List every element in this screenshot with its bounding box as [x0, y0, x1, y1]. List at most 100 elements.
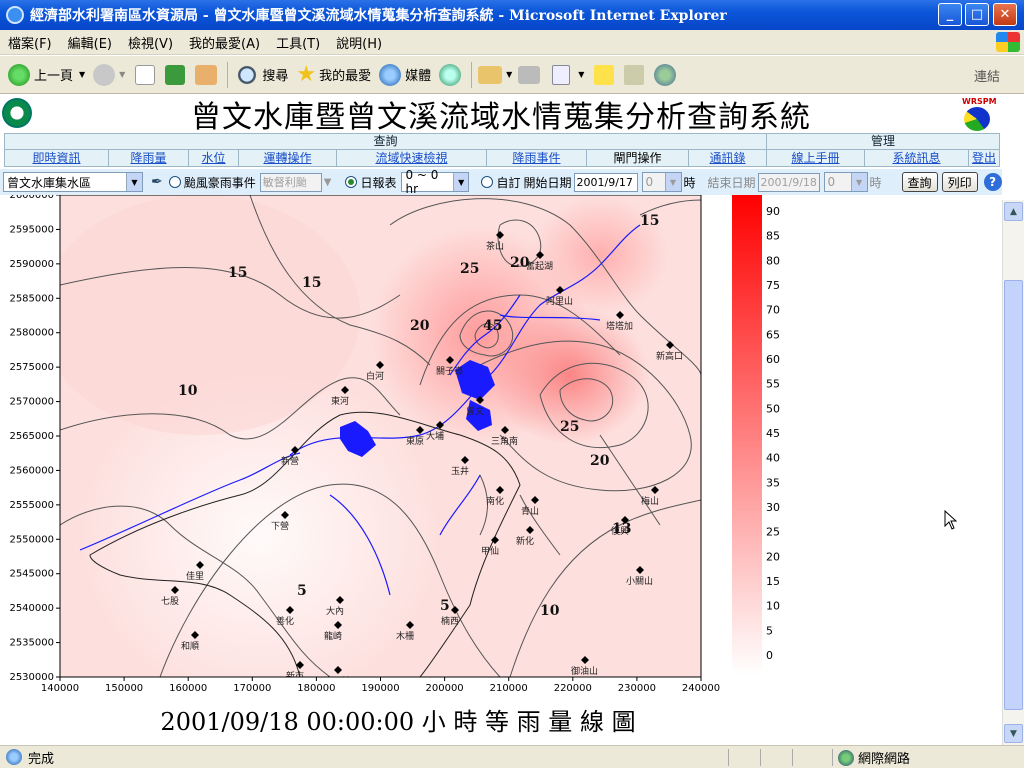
chevron-down-icon: ▼ — [126, 173, 142, 191]
discuss-icon[interactable] — [594, 64, 615, 85]
menu-favorites[interactable]: 我的最愛(A) — [181, 33, 268, 52]
station-label: 青山 — [521, 505, 539, 517]
end-date-input[interactable]: 2001/9/18 — [757, 172, 820, 192]
y-tick-label: 2565000 — [9, 431, 54, 442]
favorites-button[interactable]: ★ 我的最愛 — [296, 62, 371, 87]
nav-system-message[interactable]: 系統訊息 — [865, 150, 969, 167]
end-hour-select[interactable]: 0 ▼ — [823, 172, 868, 192]
colorbar-tick-label: 40 — [766, 452, 780, 465]
start-date-value: 2001/9/17 — [576, 175, 633, 189]
favorites-label: 我的最愛 — [319, 69, 372, 84]
y-tick-label: 2545000 — [9, 569, 54, 580]
media-button[interactable]: 媒體 — [379, 63, 432, 86]
nav-gate-operation[interactable]: 閘門操作 — [587, 150, 689, 167]
browser-toolbar: 上一頁 ▼ ▼ 搜尋 ★ 我的最愛 媒體 ▼ ▼ — [0, 56, 1024, 94]
typhoon-radio[interactable] — [168, 176, 181, 188]
research-icon[interactable] — [624, 64, 645, 85]
mail-dropdown-icon[interactable]: ▼ — [506, 70, 512, 79]
wrspm-logo: WRSPM — [962, 97, 997, 131]
page-content: 曾文水庫暨曾文溪流域水情蒐集分析查詢系統 WRSPM 查詢 管理 即時資訊 降雨… — [0, 95, 1002, 745]
status-divider — [760, 749, 761, 766]
station-label: 木柵 — [396, 630, 414, 642]
title-bar: 經濟部水利署南區水資源局 - 曾文水庫暨曾文溪流域水情蒐集分析查詢系統 - Mi… — [0, 0, 1024, 30]
edit-icon[interactable] — [552, 64, 571, 85]
typhoon-dropdown-icon[interactable]: ▼ — [324, 177, 332, 188]
history-icon[interactable] — [439, 63, 462, 86]
nav-manual[interactable]: 線上手冊 — [767, 150, 865, 167]
contour-label: 5 — [440, 598, 450, 614]
menu-help[interactable]: 說明(H) — [328, 33, 390, 52]
menu-tools[interactable]: 工具(T) — [268, 33, 328, 52]
back-button[interactable]: 上一頁 ▼ — [8, 63, 85, 86]
maximize-button[interactable]: □ — [965, 3, 989, 26]
nav-rainfall[interactable]: 降雨量 — [109, 150, 189, 167]
query-button[interactable]: 查詢 — [901, 172, 938, 192]
forward-dropdown-icon[interactable]: ▼ — [119, 70, 125, 79]
nav-waterlevel[interactable]: 水位 — [189, 150, 239, 167]
start-hour-select[interactable]: 0 ▼ — [641, 172, 682, 192]
scroll-thumb[interactable] — [1004, 280, 1023, 710]
vertical-scrollbar[interactable]: ▲ ▼ — [1002, 200, 1024, 745]
menu-view[interactable]: 檢視(V) — [120, 33, 181, 52]
refresh-icon[interactable] — [165, 64, 186, 85]
menu-edit[interactable]: 編輯(E) — [60, 33, 120, 52]
x-tick-label: 220000 — [554, 683, 592, 694]
scroll-down-icon[interactable]: ▼ — [1004, 724, 1023, 743]
x-tick-label: 170000 — [233, 683, 271, 694]
custom-radio[interactable] — [481, 176, 494, 188]
contour-label: 20 — [510, 255, 530, 271]
minimize-icon: _ — [946, 7, 954, 22]
colorbar-tick-label: 5 — [766, 624, 773, 637]
hours-select[interactable]: 0 ~ 0 hr ▼ — [401, 168, 470, 196]
x-tick-label: 180000 — [297, 683, 335, 694]
colorbar-tick-label: 45 — [766, 427, 780, 440]
nav-basin-view[interactable]: 流域快速檢視 — [337, 150, 487, 167]
nav-logout[interactable]: 登出 — [969, 150, 999, 167]
chevron-down-icon: ▼ — [453, 173, 469, 191]
station-label: 玉井 — [451, 465, 469, 477]
help-icon[interactable]: ? — [983, 173, 1002, 191]
x-tick-label: 240000 — [682, 683, 720, 694]
nav-contacts[interactable]: 通訊錄 — [689, 150, 767, 167]
colorbar-tick-label: 60 — [766, 353, 780, 366]
edit-dropdown-icon[interactable]: ▼ — [578, 70, 584, 79]
start-date-input[interactable]: 2001/9/17 — [573, 172, 638, 192]
station-label: 三角南 — [491, 435, 518, 447]
home-icon[interactable] — [195, 64, 218, 85]
search-button[interactable]: 搜尋 — [236, 63, 288, 86]
print-button[interactable]: 列印 — [941, 172, 978, 192]
contour-label: 25 — [560, 419, 579, 435]
media-label: 媒體 — [405, 69, 432, 84]
nav-operation[interactable]: 運轉操作 — [239, 150, 337, 167]
y-tick-label: 2600000 — [9, 195, 54, 201]
y-tick-label: 2575000 — [9, 362, 54, 373]
agency-logo-icon — [2, 98, 32, 128]
back-dropdown-icon[interactable]: ▼ — [79, 70, 85, 79]
colorbar-tick-label: 20 — [766, 550, 780, 563]
forward-button[interactable]: ▼ — [93, 63, 125, 86]
messenger-icon[interactable] — [654, 63, 677, 86]
nav-rain-event[interactable]: 降雨事件 — [487, 150, 587, 167]
close-button[interactable]: ✕ — [993, 3, 1017, 26]
region-select[interactable]: 曾文水庫集水區 ▼ — [3, 172, 143, 192]
typhoon-select[interactable]: 敏督利颱 — [259, 172, 322, 192]
nav-group-query: 查詢 — [5, 134, 767, 149]
menu-bar: 檔案(F) 編輯(E) 檢視(V) 我的最愛(A) 工具(T) 說明(H) — [0, 30, 1024, 55]
daily-radio[interactable] — [345, 176, 358, 188]
globe-icon — [838, 749, 854, 766]
scroll-up-icon[interactable]: ▲ — [1004, 202, 1023, 221]
end-hour-value: 0 — [827, 175, 836, 189]
typhoon-select-value: 敏督利颱 — [262, 176, 307, 189]
nav-realtime[interactable]: 即時資訊 — [5, 150, 109, 167]
menu-file[interactable]: 檔案(F) — [0, 33, 60, 52]
typhoon-label: 颱風豪雨事件 — [183, 175, 256, 190]
pen-icon: ✒ — [151, 174, 163, 190]
links-label[interactable]: 連結 — [974, 66, 1000, 85]
x-tick-label: 210000 — [490, 683, 528, 694]
print-icon[interactable] — [518, 65, 541, 84]
stop-icon[interactable] — [135, 64, 156, 85]
page-banner: 曾文水庫暨曾文溪流域水情蒐集分析查詢系統 WRSPM — [0, 95, 1002, 135]
contour-label: 10 — [540, 603, 560, 619]
minimize-button[interactable]: _ — [938, 3, 962, 26]
mail-icon[interactable] — [478, 65, 503, 84]
